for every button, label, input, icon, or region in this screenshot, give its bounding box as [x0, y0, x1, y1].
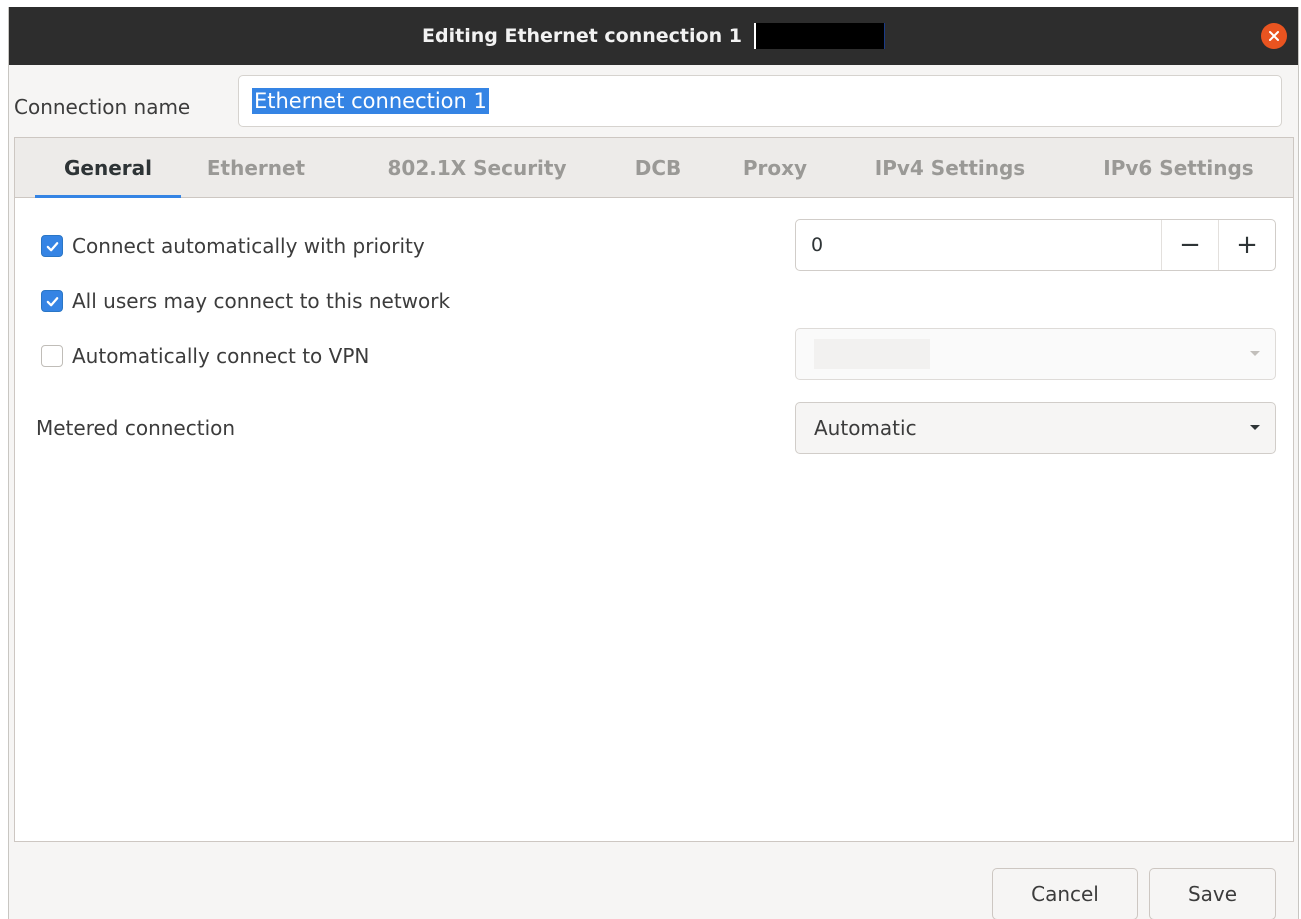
tab-ethernet[interactable]: Ethernet: [191, 138, 321, 197]
vpn-select-value-placeholder: [814, 339, 930, 369]
connection-name-row: Connection name Ethernet connection 1: [9, 65, 1298, 139]
auto-connect-row: Connect automatically with priority: [41, 234, 425, 258]
priority-spinner[interactable]: 0 − +: [795, 219, 1276, 271]
auto-connect-checkbox[interactable]: [41, 235, 63, 257]
vpn-select[interactable]: [795, 328, 1276, 380]
title-container: Editing Ethernet connection 1: [9, 7, 1298, 65]
settings-notebook: General Ethernet 802.1X Security DCB Pro…: [14, 137, 1294, 842]
connection-name-label: Connection name: [14, 95, 191, 119]
all-users-label: All users may connect to this network: [72, 289, 451, 313]
tab-ipv6-settings[interactable]: IPv6 Settings: [1086, 138, 1271, 197]
all-users-row: All users may connect to this network: [41, 289, 450, 313]
priority-decrement-button[interactable]: −: [1161, 220, 1218, 270]
checkmark-icon: [46, 241, 58, 251]
cancel-button[interactable]: Cancel: [992, 868, 1138, 919]
window-title: Editing Ethernet connection 1: [422, 25, 742, 47]
checkmark-icon: [46, 296, 58, 306]
priority-value[interactable]: 0: [796, 234, 1161, 256]
auto-connect-label: Connect automatically with priority: [72, 234, 425, 258]
auto-vpn-checkbox[interactable]: [41, 345, 63, 367]
metered-connection-value: Automatic: [814, 416, 917, 440]
tab-general[interactable]: General: [35, 138, 181, 198]
tab-bar: General Ethernet 802.1X Security DCB Pro…: [15, 138, 1293, 198]
chevron-down-icon: [1235, 424, 1275, 432]
metered-connection-label: Metered connection: [36, 416, 236, 440]
connection-name-value: Ethernet connection 1: [252, 88, 489, 114]
metered-connection-select[interactable]: Automatic: [795, 402, 1276, 454]
title-bar: Editing Ethernet connection 1: [9, 7, 1298, 65]
redacted-title-block: [753, 23, 885, 49]
close-icon: [1269, 31, 1279, 41]
tab-proxy[interactable]: Proxy: [733, 138, 817, 197]
auto-vpn-label: Automatically connect to VPN: [72, 344, 370, 368]
priority-increment-button[interactable]: +: [1218, 220, 1275, 270]
close-button[interactable]: [1261, 23, 1287, 49]
tab-ipv4-settings[interactable]: IPv4 Settings: [858, 138, 1042, 197]
edit-connection-dialog: Editing Ethernet connection 1 Connection…: [8, 7, 1299, 919]
save-button[interactable]: Save: [1149, 868, 1276, 919]
chevron-down-icon: [1235, 350, 1275, 358]
connection-name-input[interactable]: Ethernet connection 1: [238, 75, 1282, 127]
auto-vpn-row: Automatically connect to VPN: [41, 344, 369, 368]
all-users-checkbox[interactable]: [41, 290, 63, 312]
tab-dcb[interactable]: DCB: [623, 138, 693, 197]
tab-8021x-security[interactable]: 802.1X Security: [365, 138, 589, 197]
